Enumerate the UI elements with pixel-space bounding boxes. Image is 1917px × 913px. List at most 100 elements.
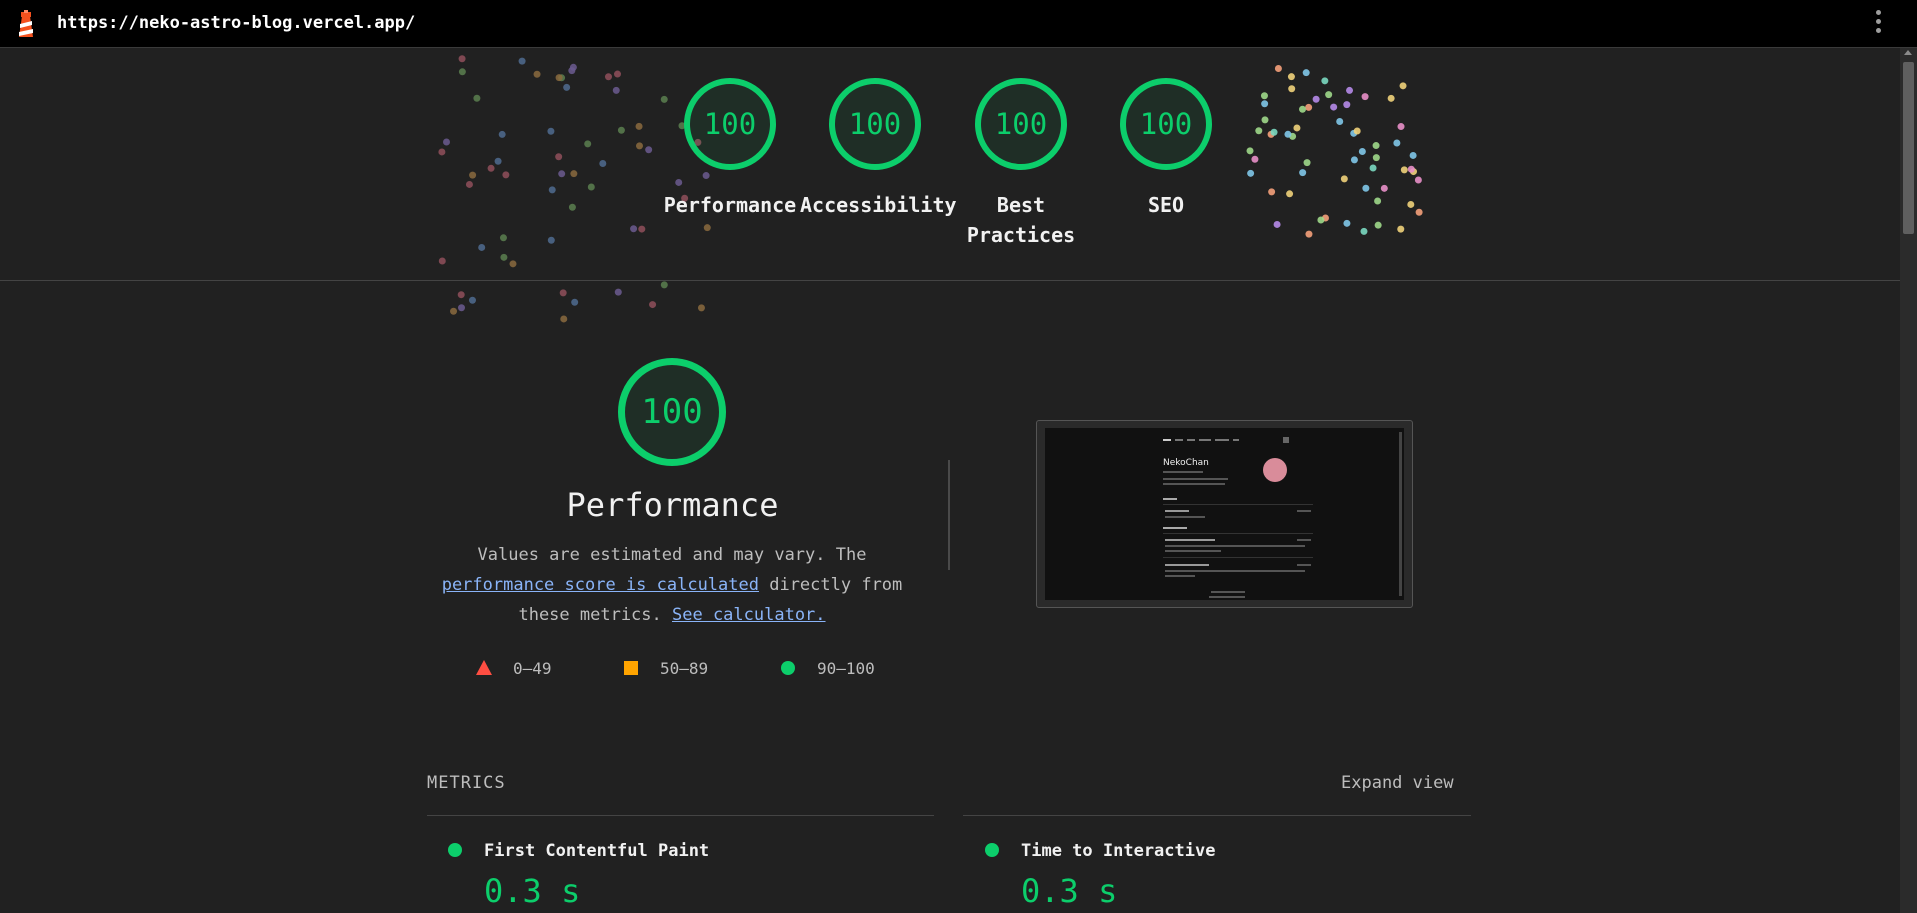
confetti-dot — [660, 95, 668, 103]
thumb-text-line — [1165, 516, 1205, 518]
thumb-text-line — [1163, 483, 1225, 485]
thumb-scrollbar — [1399, 432, 1402, 596]
confetti-dot — [1284, 130, 1292, 138]
confetti-dot — [1305, 230, 1313, 238]
confetti-dot — [1251, 155, 1259, 163]
confetti-dot — [558, 170, 566, 178]
confetti-dot — [1374, 197, 1382, 205]
description-text: Values are estimated and may vary. The — [477, 545, 867, 565]
thumb-text-line — [1165, 539, 1215, 541]
confetti-dot — [1362, 184, 1370, 192]
thumb-text-line — [1297, 564, 1311, 566]
confetti-dot — [1247, 169, 1255, 177]
confetti-dot — [502, 171, 510, 179]
confetti-dot — [1299, 169, 1307, 177]
thumb-text-line — [1165, 510, 1189, 512]
report-url[interactable]: https://neko-astro-blog.vercel.app/ — [57, 13, 415, 33]
square-icon — [624, 661, 638, 675]
confetti-dot — [1336, 118, 1344, 126]
confetti-dot — [1397, 225, 1405, 233]
confetti-dot — [478, 243, 486, 251]
confetti-dot — [518, 57, 526, 65]
thumb-separator — [1163, 533, 1313, 534]
gauge-label-performance: Performance — [663, 193, 797, 217]
confetti-dot — [1409, 151, 1417, 159]
pass-circle-icon — [985, 843, 999, 857]
thumb-text-line — [1165, 564, 1209, 566]
confetti-dot — [547, 127, 555, 135]
confetti-dot — [547, 236, 555, 244]
confetti-dot — [1268, 188, 1276, 196]
confetti-dot — [1305, 103, 1313, 111]
confetti-dot — [1317, 216, 1325, 224]
confetti-dot — [1299, 105, 1307, 113]
confetti-dot — [465, 180, 473, 188]
confetti-dot — [1246, 147, 1254, 155]
confetti-dot — [1380, 184, 1388, 192]
confetti-dot — [1261, 100, 1269, 108]
thumb-text-line — [1165, 550, 1221, 552]
confetti-dot — [559, 289, 567, 297]
confetti-dot — [584, 140, 592, 148]
confetti-dot — [1346, 86, 1354, 94]
confetti-dot — [468, 296, 476, 304]
confetti-dot — [702, 172, 710, 180]
gauge-label-seo: SEO — [1147, 193, 1185, 217]
confetti-dot — [569, 63, 577, 71]
performance-gauge[interactable]: 100 — [684, 78, 776, 170]
confetti-dot — [500, 253, 508, 261]
metric-title-tti: Time to Interactive — [1021, 841, 1216, 861]
see-calculator-link[interactable]: See calculator. — [672, 605, 826, 625]
confetti-dot — [1340, 175, 1348, 183]
vertical-divider — [948, 460, 950, 570]
confetti-dot — [1407, 165, 1415, 173]
confetti-dot — [675, 178, 683, 186]
confetti-dot — [473, 94, 481, 102]
best-practices-gauge[interactable]: 100 — [975, 78, 1067, 170]
confetti-dot — [638, 225, 646, 233]
confetti-dot — [1400, 166, 1408, 174]
thumb-text-line — [1165, 575, 1195, 577]
scrollbar-thumb[interactable] — [1903, 62, 1914, 234]
scroll-up-arrow-icon[interactable] — [1904, 50, 1912, 55]
metrics-divider — [427, 815, 934, 816]
thumb-nav-item — [1187, 439, 1195, 441]
performance-score: 100 — [641, 392, 703, 432]
thumb-text-line — [1297, 510, 1311, 512]
score-calculated-link[interactable]: performance score is calculated — [442, 575, 759, 595]
confetti-dot — [548, 186, 556, 194]
confetti-dot — [1360, 227, 1368, 235]
confetti-dot — [563, 83, 571, 91]
final-screenshot[interactable]: NekoChan — [1036, 420, 1413, 608]
expand-view-button[interactable]: Expand view — [1341, 773, 1454, 793]
confetti-dot — [499, 234, 507, 242]
circle-icon — [781, 661, 795, 675]
confetti-dot — [1361, 93, 1369, 101]
confetti-dot — [697, 304, 705, 312]
confetti-dot — [1287, 73, 1295, 81]
thumb-nav-item — [1175, 439, 1183, 441]
thumb-text-line — [1211, 591, 1245, 593]
pass-circle-icon — [448, 843, 462, 857]
confetti-dot — [1255, 127, 1263, 135]
confetti-dot — [649, 301, 657, 309]
legend-range: 50–89 — [660, 659, 709, 678]
thumb-nav-item — [1163, 439, 1171, 441]
confetti-dot — [555, 153, 563, 161]
confetti-dot — [509, 260, 517, 268]
seo-gauge[interactable]: 100 — [1120, 78, 1212, 170]
confetti-dot — [1321, 77, 1329, 85]
scrollbar[interactable] — [1900, 48, 1917, 913]
confetti-dot — [458, 304, 466, 312]
accessibility-gauge[interactable]: 100 — [829, 78, 921, 170]
thumb-text-line — [1209, 596, 1245, 598]
header-divider — [0, 280, 1900, 281]
metric-title-fcp: First Contentful Paint — [484, 841, 710, 861]
thumb-separator — [1163, 504, 1313, 505]
gauge-label-accessibility: Accessibility — [800, 193, 957, 217]
more-options-icon[interactable] — [1872, 10, 1884, 38]
confetti-dot — [1387, 94, 1395, 102]
confetti-dot — [660, 281, 668, 289]
gauge-score: 100 — [848, 107, 902, 141]
confetti-dot — [1312, 95, 1320, 103]
